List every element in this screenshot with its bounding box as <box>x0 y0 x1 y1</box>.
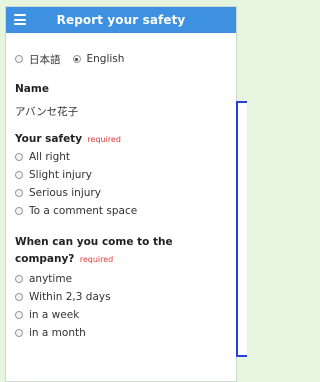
option-label: All right <box>29 151 71 163</box>
language-option-japanese[interactable]: 日本語 <box>15 52 61 67</box>
language-label-japanese: 日本語 <box>29 53 61 66</box>
safety-required: required <box>87 135 121 144</box>
option-label: anytime <box>29 273 73 285</box>
side-panel-edge <box>236 101 247 357</box>
form: 日本語 English Name アバンセ花子 Your safety requ… <box>6 51 236 342</box>
radio-button[interactable] <box>15 189 23 197</box>
come-label-line1: When can you come to the <box>15 236 173 248</box>
radio-button[interactable] <box>15 293 23 301</box>
radio-button[interactable] <box>15 153 23 161</box>
page-title: Report your safety <box>56 13 186 27</box>
safety-option[interactable]: To a comment space <box>15 202 236 220</box>
language-selector: 日本語 English <box>15 51 236 67</box>
come-options: anytime Within 2,3 days in a week in a m… <box>15 270 236 342</box>
name-label: Name <box>15 83 49 95</box>
radio-english[interactable] <box>72 55 81 63</box>
app-screen: Report your safety 日本語 English Name アバンセ… <box>5 6 237 382</box>
app-header: Report your safety <box>6 7 236 33</box>
come-option[interactable]: anytime <box>15 270 236 288</box>
option-label: Within 2,3 days <box>29 291 111 303</box>
radio-japanese[interactable] <box>15 55 23 63</box>
radio-button[interactable] <box>15 171 23 179</box>
safety-label: Your safety <box>15 133 83 145</box>
option-label: To a comment space <box>29 205 138 217</box>
safety-heading: Your safety required <box>15 133 236 145</box>
come-option[interactable]: in a week <box>15 306 236 324</box>
safety-option[interactable]: Slight injury <box>15 166 236 184</box>
safety-option[interactable]: All right <box>15 148 236 166</box>
safety-options: All right Slight injury Serious injury T… <box>15 148 236 220</box>
come-label-line2: company? <box>15 253 75 265</box>
come-option[interactable]: in a month <box>15 324 236 342</box>
radio-button[interactable] <box>15 329 23 337</box>
option-label: Slight injury <box>29 169 92 181</box>
radio-button[interactable] <box>15 275 23 283</box>
option-label: Serious injury <box>29 187 101 199</box>
option-label: in a week <box>29 309 80 321</box>
hamburger-icon[interactable] <box>14 14 26 25</box>
come-heading: When can you come to the company? requir… <box>15 234 236 268</box>
language-option-english[interactable]: English <box>72 53 125 65</box>
option-label: in a month <box>29 327 86 339</box>
name-value: アバンセ花子 <box>15 106 79 118</box>
radio-button[interactable] <box>15 207 23 215</box>
radio-button[interactable] <box>15 311 23 319</box>
safety-option[interactable]: Serious injury <box>15 184 236 202</box>
come-required: required <box>79 255 114 264</box>
come-option[interactable]: Within 2,3 days <box>15 288 236 306</box>
language-label-english: English <box>86 53 125 65</box>
